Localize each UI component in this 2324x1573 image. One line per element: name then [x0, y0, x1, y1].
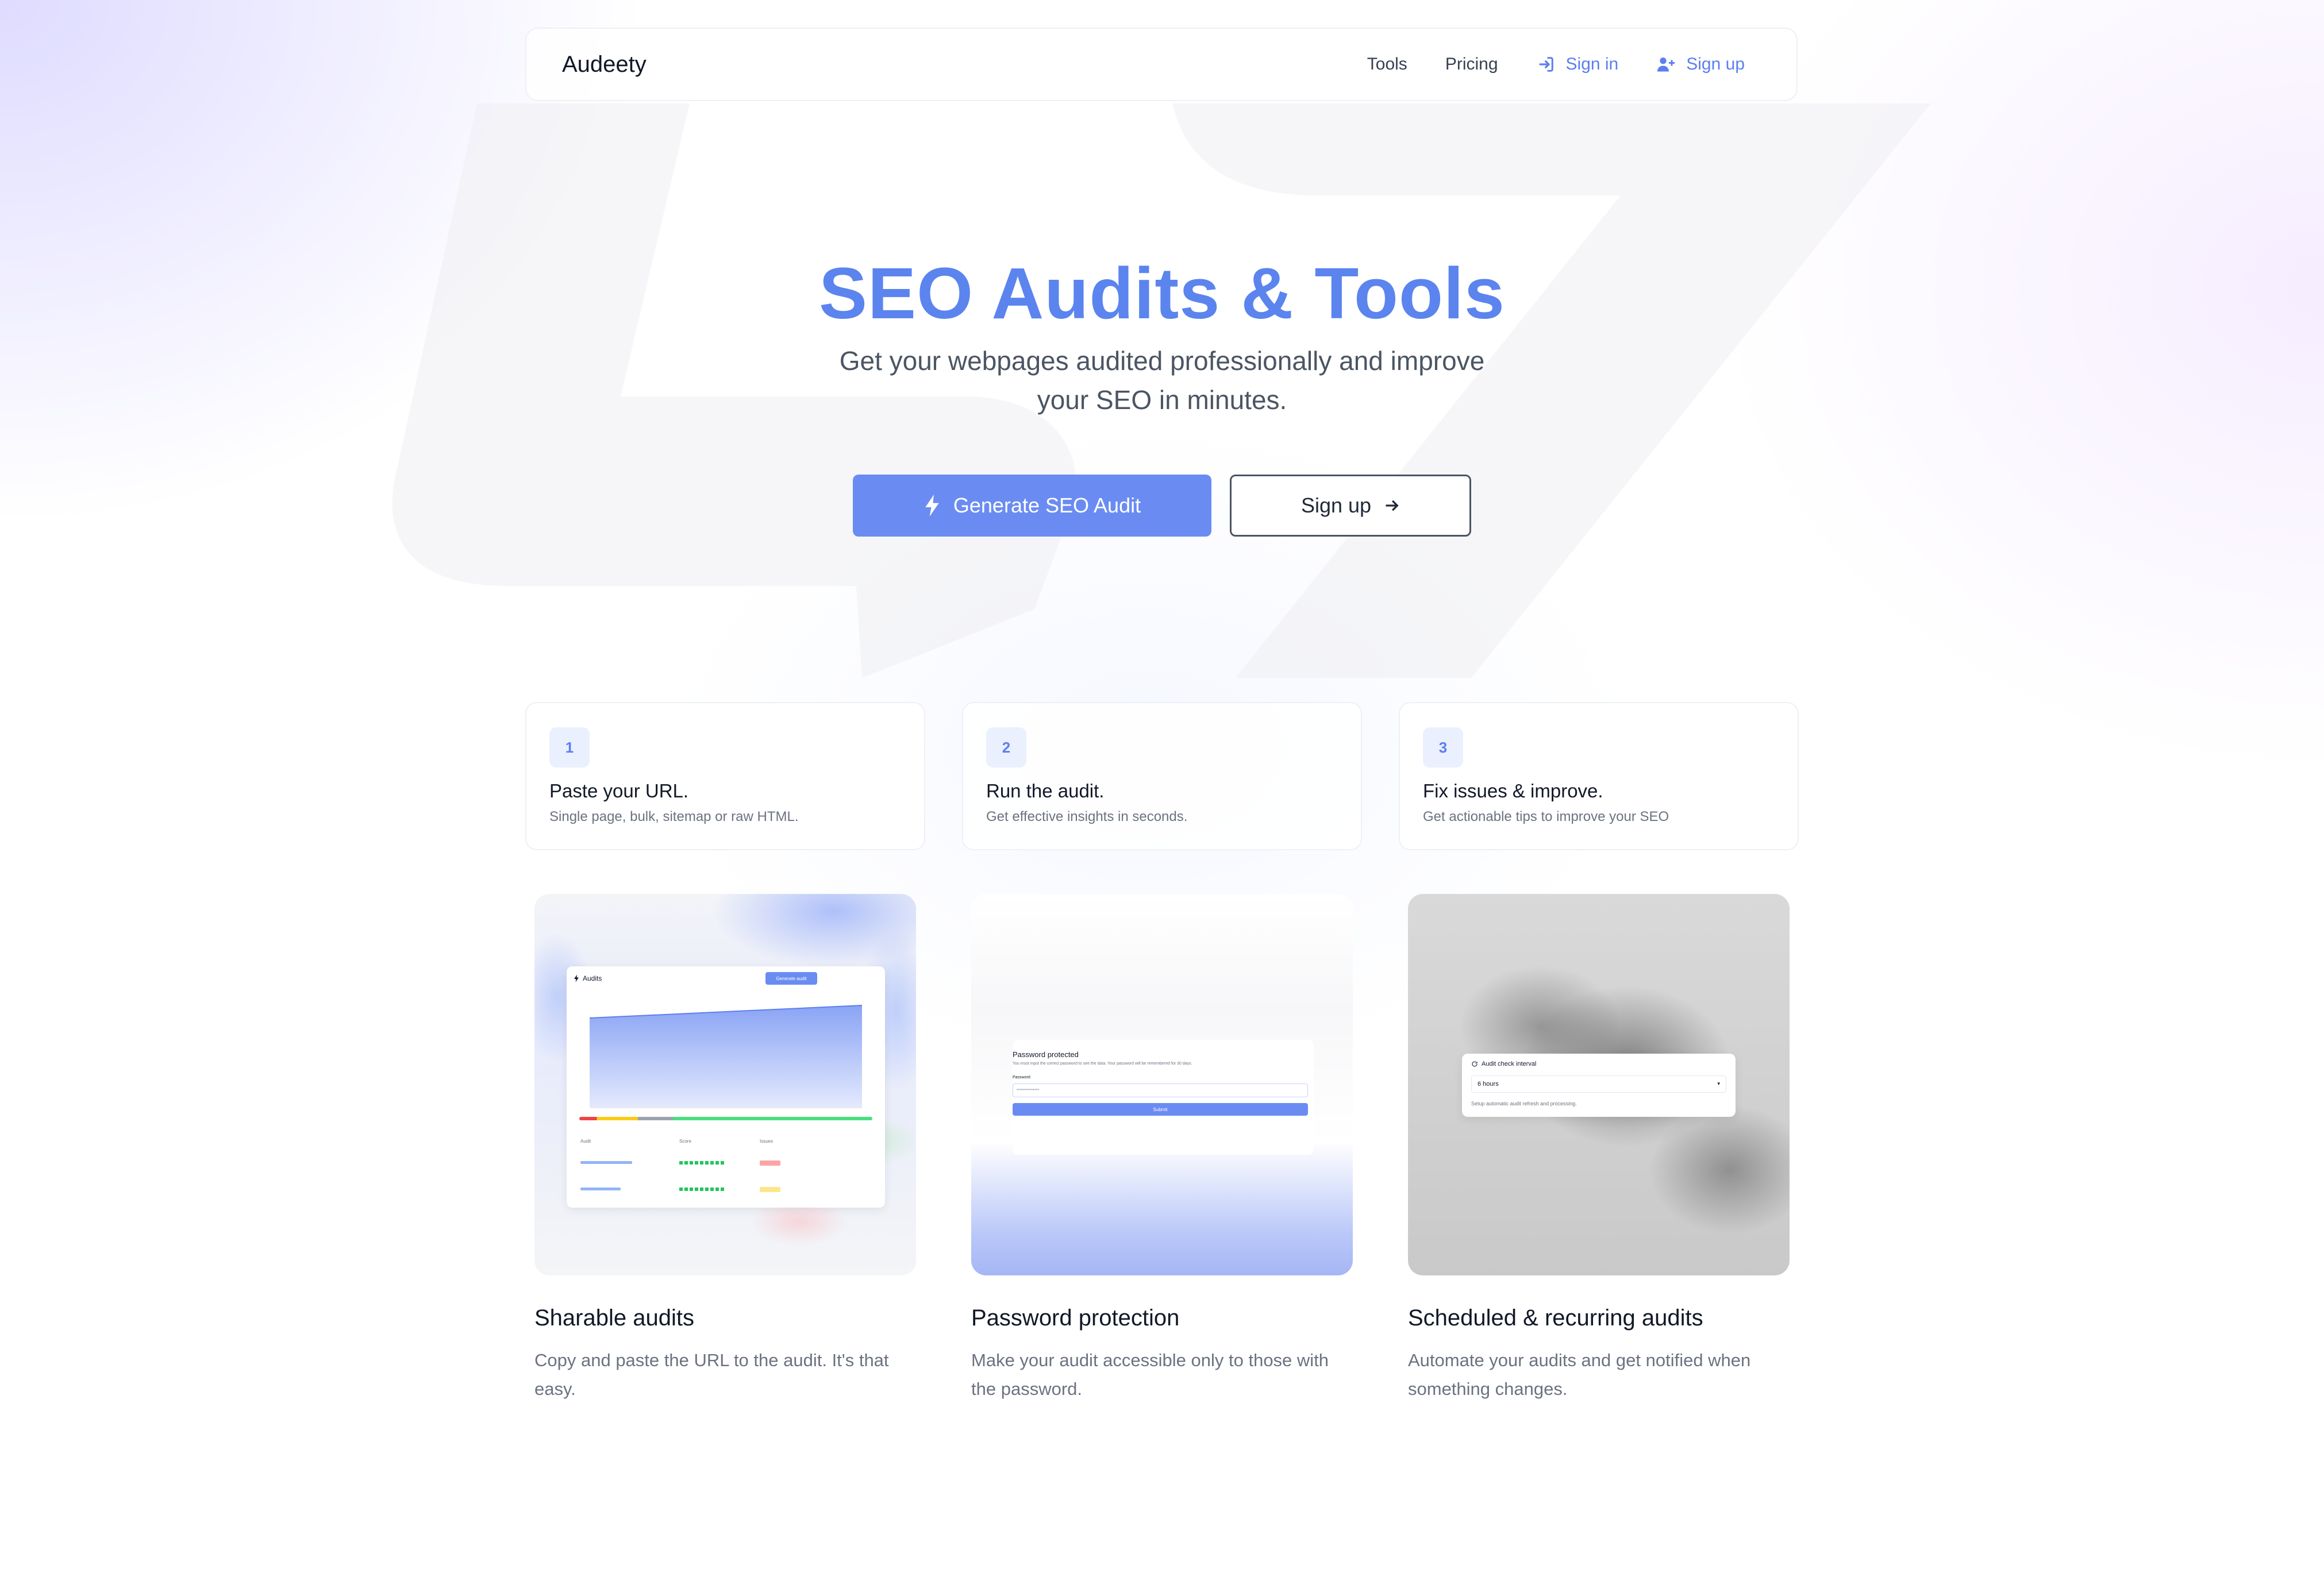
hero-title: SEO Audits & Tools [818, 253, 1506, 334]
password-preview-field-label: Password [1013, 1075, 1030, 1079]
password-preview-value: •••••••••••••• [1017, 1087, 1040, 1092]
sign-up-button[interactable]: Sign up [1230, 475, 1471, 537]
audits-dashboard-preview: Audits Generate audit Audit Score Issues [567, 966, 885, 1208]
password-preview-input: •••••••••••••• [1013, 1084, 1308, 1097]
column-header-audit: Audit [580, 1139, 591, 1144]
arrow-right-icon [1386, 500, 1399, 511]
nav-tools-label: Tools [1367, 55, 1407, 74]
step-title: Paste your URL. [549, 780, 689, 801]
step-card-1: 1 Paste your URL. Single page, bulk, sit… [525, 702, 925, 850]
generate-seo-audit-label: Generate SEO Audit [953, 494, 1141, 517]
step-number-badge: 2 [986, 727, 1026, 768]
sign-in-icon [1539, 57, 1553, 72]
hero-subtitle: Get your webpages audited professionally… [839, 346, 1485, 415]
refresh-icon [1472, 1061, 1477, 1067]
feature-description: Copy and paste the URL to the audit. It'… [534, 1350, 889, 1399]
sharable-audits-preview-image: Audits Generate audit Audit Score Issues [534, 894, 916, 1275]
nav-links: Tools Pricing Sign in Sign up [1367, 55, 1745, 74]
nav-sign-up-link[interactable]: Sign up [1656, 55, 1745, 74]
audit-interval-preview: Audit check interval 6 hours ▾ Setup aut… [1462, 1054, 1736, 1117]
nav-sign-in-label: Sign in [1565, 55, 1619, 74]
brand-logo[interactable]: Audeety [562, 52, 647, 78]
feature-title: Scheduled & recurring audits [1408, 1305, 1703, 1331]
nav-tools-link[interactable]: Tools [1367, 55, 1407, 74]
column-header-issues: Issues [760, 1139, 774, 1144]
feature-sharable-audits: Audits Generate audit Audit Score Issues [534, 894, 916, 1404]
interval-preview-selected: 6 hours [1477, 1081, 1499, 1088]
step-description: Get actionable tips to improve your SEO [1423, 809, 1669, 824]
generate-audit-preview-button: Generate audit [765, 972, 817, 985]
table-row [580, 1159, 874, 1167]
bolt-icon [925, 495, 939, 516]
nav-sign-up-label: Sign up [1686, 55, 1745, 74]
top-navbar: Audeety Tools Pricing Sign in Sign up [525, 28, 1798, 101]
step-title: Run the audit. [986, 780, 1105, 801]
password-preview-note: You must input the correct password to s… [1013, 1062, 1192, 1066]
bolt-icon [574, 974, 579, 982]
user-plus-icon [1657, 57, 1675, 72]
password-preview-submit: Submit [1013, 1103, 1308, 1116]
nav-pricing-label: Pricing [1445, 55, 1498, 74]
password-form-preview: Password protected You must input the co… [1013, 1040, 1314, 1155]
generate-seo-audit-button[interactable]: Generate SEO Audit [853, 475, 1211, 537]
feature-title: Sharable audits [534, 1305, 694, 1331]
column-header-score: Score [679, 1139, 691, 1144]
interval-preview-heading: Audit check interval [1482, 1061, 1537, 1067]
sign-up-label: Sign up [1300, 494, 1372, 517]
scheduled-audits-preview-image: Audit check interval 6 hours ▾ Setup aut… [1408, 894, 1790, 1275]
score-distribution-bar [579, 1117, 872, 1120]
feature-description: Automate your audits and get notified wh… [1408, 1350, 1751, 1399]
feature-password-protection: Password protected You must input the co… [971, 894, 1353, 1404]
password-protection-preview-image: Password protected You must input the co… [971, 894, 1353, 1275]
table-row [580, 1186, 874, 1194]
password-preview-heading: Password protected [1013, 1050, 1079, 1059]
step-number-badge: 3 [1423, 727, 1463, 768]
nav-sign-in-link[interactable]: Sign in [1536, 55, 1619, 74]
step-number-badge: 1 [549, 727, 590, 768]
feature-title: Password protection [971, 1305, 1180, 1331]
step-title: Fix issues & improve. [1423, 780, 1603, 801]
step-description: Get effective insights in seconds. [986, 809, 1188, 824]
interval-preview-select: 6 hours ▾ [1471, 1075, 1726, 1093]
step-card-2: 2 Run the audit. Get effective insights … [962, 702, 1362, 850]
nav-pricing-link[interactable]: Pricing [1445, 55, 1498, 74]
step-description: Single page, bulk, sitemap or raw HTML. [549, 809, 799, 824]
feature-description: Make your audit accessible only to those… [971, 1350, 1329, 1399]
feature-scheduled-audits: Audit check interval 6 hours ▾ Setup aut… [1408, 894, 1790, 1404]
chevron-down-icon: ▾ [1717, 1081, 1720, 1086]
audits-area-chart [589, 1005, 863, 1108]
step-card-3: 3 Fix issues & improve. Get actionable t… [1399, 702, 1799, 850]
audits-preview-header: Audits [583, 974, 602, 982]
interval-preview-note: Setup automatic audit refresh and proces… [1471, 1101, 1577, 1107]
